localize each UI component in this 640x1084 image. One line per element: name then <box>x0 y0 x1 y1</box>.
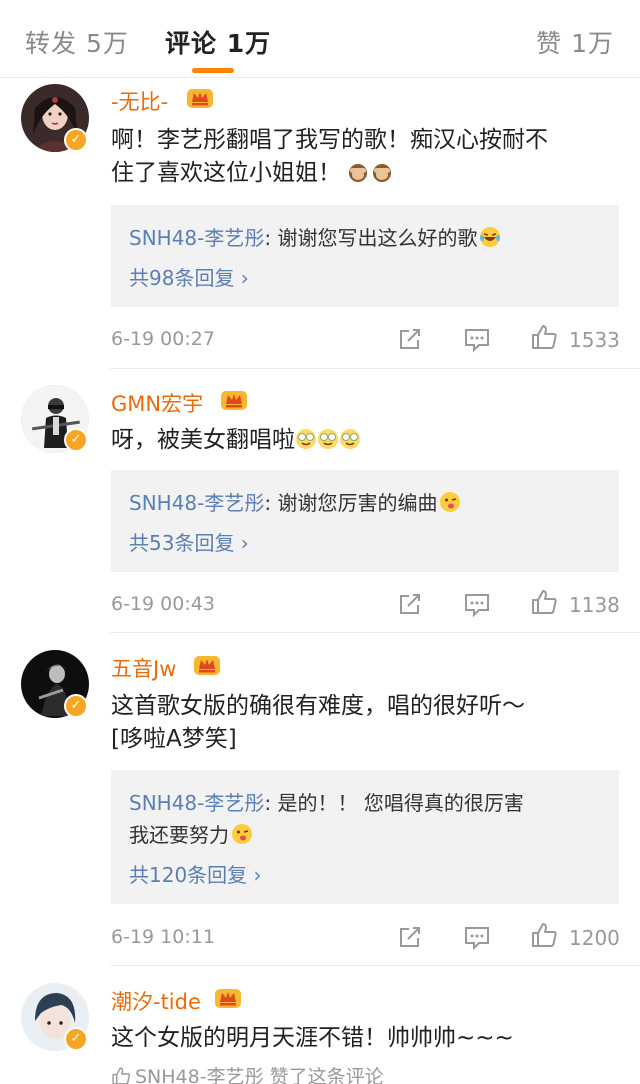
reply-author[interactable]: SNH48-李艺彤 <box>129 791 264 815</box>
comment-time: 6-19 00:43 <box>111 593 215 615</box>
view-replies-link[interactable]: 共120条回复 › <box>129 859 262 888</box>
drool-icon <box>295 428 317 450</box>
reply-preview[interactable]: SNH48-李艺彤: 是的！！ 您唱得真的很厉害 我还要努力 共120条回复 › <box>111 770 619 904</box>
view-replies-link[interactable]: 共53条回复 › <box>129 527 249 556</box>
reply-text-continued: 我还要努力 <box>129 819 253 848</box>
share-icon[interactable] <box>396 325 424 353</box>
like-count: 1200 <box>569 926 620 950</box>
like-count: 1533 <box>569 328 620 352</box>
tab-repost[interactable]: 转发 5万 <box>25 24 129 60</box>
comment-time: 6-19 00:27 <box>111 328 215 350</box>
active-tab-indicator <box>192 68 234 73</box>
see-no-evil-monkey-icon <box>371 161 393 183</box>
like-count: 1138 <box>569 593 620 617</box>
tab-likes[interactable]: 赞 1万 <box>536 24 614 60</box>
comment-icon[interactable] <box>463 923 491 951</box>
like-icon <box>111 1066 131 1084</box>
reply-preview[interactable]: SNH48-李艺彤: 谢谢您写出这么好的歌 共98条回复 › <box>111 205 619 307</box>
vip-crown-icon <box>220 388 248 412</box>
vip-crown-icon <box>193 653 221 677</box>
comment-text: 啊！李艺彤翻唱了我写的歌！痴汉心按耐不 住了喜欢这位小姐姐！ <box>111 127 548 186</box>
see-no-evil-monkey-icon <box>347 161 369 183</box>
drool-icon <box>339 428 361 450</box>
tab-comments[interactable]: 评论 1万 <box>165 24 271 60</box>
comment-icon[interactable] <box>463 590 491 618</box>
wink-tongue-icon <box>439 491 461 513</box>
reply-text: SNH48-李艺彤: 谢谢您厉害的编曲 <box>129 487 461 516</box>
like-icon[interactable] <box>530 588 558 616</box>
reply-author[interactable]: SNH48-李艺彤 <box>129 226 264 250</box>
comment-text: 呀，被美女翻唱啦 <box>111 424 621 457</box>
vip-crown-icon <box>186 86 214 110</box>
verified-icon: ✓ <box>64 694 88 718</box>
wink-tongue-icon <box>231 823 253 845</box>
divider <box>110 632 640 633</box>
vip-crown-icon <box>214 986 242 1010</box>
comment-text: 这个女版的明月天涯不错！帅帅帅~~~ <box>111 1025 514 1051</box>
laugh-tears-icon <box>479 226 501 248</box>
reply-preview[interactable]: SNH48-李艺彤: 谢谢您厉害的编曲 共53条回复 › <box>111 470 619 572</box>
comment-text: 这首歌女版的确很有难度，唱的很好听～ [哆啦A梦笑] <box>111 693 525 752</box>
verified-icon: ✓ <box>64 428 88 452</box>
reply-text: SNH48-李艺彤: 谢谢您写出这么好的歌 <box>129 222 501 251</box>
liked-by-author: SNH48-李艺彤 赞了这条评论 <box>111 1062 384 1084</box>
username[interactable]: -无比- <box>111 86 168 116</box>
like-icon[interactable] <box>530 323 558 351</box>
username[interactable]: 潮汐-tide <box>111 986 201 1016</box>
divider <box>110 368 640 369</box>
share-icon[interactable] <box>396 923 424 951</box>
verified-icon: ✓ <box>64 128 88 152</box>
username[interactable]: 五音Jw <box>111 653 176 683</box>
verified-icon: ✓ <box>64 1027 88 1051</box>
view-replies-link[interactable]: 共98条回复 › <box>129 262 249 291</box>
comment-tabs: 转发 5万 评论 1万 赞 1万 <box>0 0 640 78</box>
username[interactable]: GMN宏宇 <box>111 388 203 418</box>
comment-time: 6-19 10:11 <box>111 926 215 948</box>
reply-author[interactable]: SNH48-李艺彤 <box>129 491 264 515</box>
like-icon[interactable] <box>530 921 558 949</box>
drool-icon <box>317 428 339 450</box>
comment-icon[interactable] <box>463 325 491 353</box>
reply-text: SNH48-李艺彤: 是的！！ 您唱得真的很厉害 <box>129 791 524 815</box>
divider <box>110 965 640 966</box>
share-icon[interactable] <box>396 590 424 618</box>
